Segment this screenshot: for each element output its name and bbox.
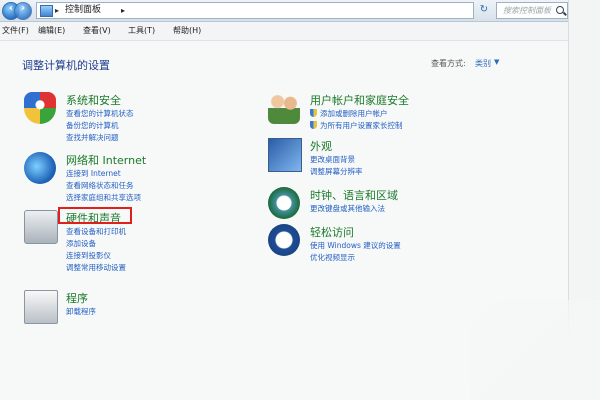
breadcrumb-control-panel[interactable]: 控制面板 xyxy=(65,3,101,18)
users-icon[interactable] xyxy=(268,92,300,124)
link-devices-printers[interactable]: 查看设备和打印机 xyxy=(66,226,126,238)
shield-icon[interactable] xyxy=(24,92,56,124)
control-panel-icon xyxy=(40,5,53,17)
clock-globe-icon[interactable] xyxy=(268,187,300,219)
link-troubleshoot[interactable]: 查找并解决问题 xyxy=(66,132,134,144)
address-bar: ‹ › ▸ 控制面板 ▸ ↻ 搜索控制面板 xyxy=(0,0,568,22)
link-backup[interactable]: 备份您的计算机 xyxy=(66,120,134,132)
link-text: 为所有用户设置家长控制 xyxy=(320,121,403,130)
menu-bar: 文件(F) 编辑(E) 查看(V) 工具(T) 帮助(H) xyxy=(0,22,568,41)
link-recommended-settings[interactable]: 使用 Windows 建议的设置 xyxy=(310,240,401,252)
search-icon xyxy=(556,6,564,14)
link-optimize-display[interactable]: 优化视频显示 xyxy=(310,252,401,264)
link-connect-internet[interactable]: 连接到 Internet xyxy=(66,168,141,180)
link-homegroup[interactable]: 选择家庭组和共享选项 xyxy=(66,192,141,204)
refresh-icon: ↻ xyxy=(479,4,489,15)
forward-button[interactable]: › xyxy=(14,1,32,20)
link-text: 添加或删除用户帐户 xyxy=(320,109,388,118)
breadcrumb-dropdown-icon[interactable]: ▸ xyxy=(121,3,125,18)
menu-tools[interactable]: 工具(T) xyxy=(128,25,155,36)
category-title[interactable]: 时钟、语言和区域 xyxy=(310,187,398,203)
view-by-dropdown[interactable]: 类别 xyxy=(475,58,491,69)
uac-shield-icon xyxy=(310,109,317,117)
view-by-label: 查看方式: xyxy=(431,59,466,68)
category-title[interactable]: 程序 xyxy=(66,290,88,306)
programs-icon[interactable] xyxy=(24,290,58,324)
link-add-remove-users[interactable]: 添加或删除用户帐户 xyxy=(310,108,403,120)
search-placeholder: 搜索控制面板 xyxy=(503,6,551,15)
link-view-status[interactable]: 查看您的计算机状态 xyxy=(66,108,134,120)
category-title[interactable]: 外观 xyxy=(310,138,332,154)
view-by-caret-icon[interactable]: ▼ xyxy=(494,58,499,66)
category-title[interactable]: 网络和 Internet xyxy=(66,152,146,168)
uac-shield-icon xyxy=(310,121,317,129)
link-projector[interactable]: 连接到投影仪 xyxy=(66,250,126,262)
category-title[interactable]: 系统和安全 xyxy=(66,92,121,108)
page-title: 调整计算机的设置 xyxy=(22,59,110,72)
menu-help[interactable]: 帮助(H) xyxy=(173,25,201,36)
menu-view[interactable]: 查看(V) xyxy=(83,25,111,36)
link-mobility-settings[interactable]: 调整常用移动设置 xyxy=(66,262,126,274)
link-input-methods[interactable]: 更改键盘或其他输入法 xyxy=(310,203,385,215)
highlight-box xyxy=(58,207,132,224)
link-add-device[interactable]: 添加设备 xyxy=(66,238,126,250)
menu-file[interactable]: 文件(F) xyxy=(2,25,29,36)
printer-icon[interactable] xyxy=(24,210,58,244)
category-title[interactable]: 轻松访问 xyxy=(310,224,354,240)
link-uninstall[interactable]: 卸载程序 xyxy=(66,306,96,318)
breadcrumb-separator-icon[interactable]: ▸ xyxy=(55,3,59,18)
refresh-button[interactable]: ↻ xyxy=(474,3,494,17)
desktop-appearance-icon[interactable] xyxy=(268,138,302,172)
ease-of-access-icon[interactable] xyxy=(268,224,300,256)
search-input[interactable]: 搜索控制面板 xyxy=(496,2,568,19)
link-parental-controls[interactable]: 为所有用户设置家长控制 xyxy=(310,120,403,132)
link-screen-resolution[interactable]: 调整屏幕分辨率 xyxy=(310,166,363,178)
address-path[interactable]: ▸ 控制面板 ▸ xyxy=(36,2,474,19)
link-desktop-background[interactable]: 更改桌面背景 xyxy=(310,154,363,166)
fade-overlay xyxy=(470,300,600,400)
globe-network-icon[interactable] xyxy=(24,152,56,184)
forward-arrow-icon: › xyxy=(20,1,26,14)
category-title[interactable]: 用户帐户和家庭安全 xyxy=(310,92,409,108)
link-network-status[interactable]: 查看网络状态和任务 xyxy=(66,180,141,192)
menu-edit[interactable]: 编辑(E) xyxy=(38,25,65,36)
